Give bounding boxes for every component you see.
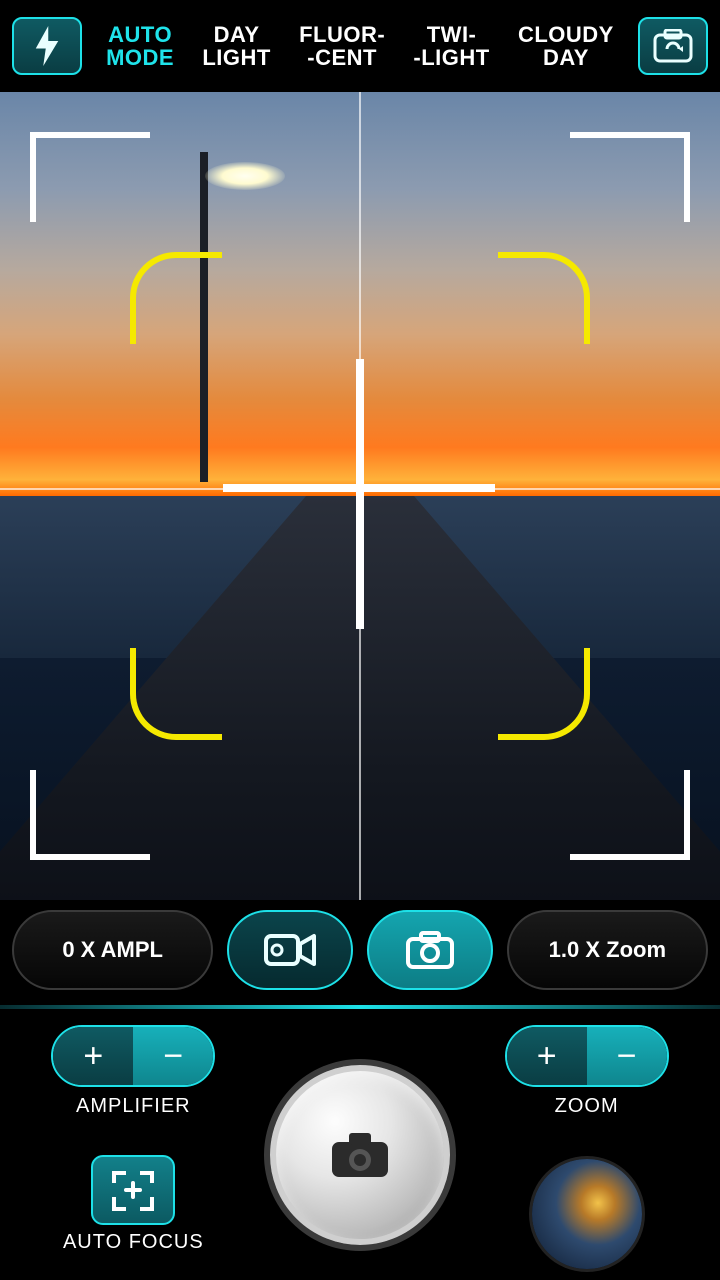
crosshair — [356, 359, 364, 629]
shutter-button[interactable] — [270, 1065, 450, 1245]
zoom-out-button[interactable]: − — [587, 1027, 667, 1085]
flash-button[interactable] — [12, 17, 82, 75]
amplifier-decrease-button[interactable]: − — [133, 1027, 213, 1085]
frame-bracket — [570, 770, 690, 860]
mode-twilight[interactable]: TWI--LIGHT — [413, 23, 489, 69]
frame-bracket — [30, 770, 150, 860]
amplifier-control: + − AMPLIFIER — [20, 1025, 247, 1145]
camera-icon — [406, 931, 454, 969]
amplifier-stepper: + − — [51, 1025, 215, 1087]
amplifier-increase-button[interactable]: + — [53, 1027, 133, 1085]
autofocus-control: AUTO FOCUS — [20, 1145, 247, 1280]
top-bar: AUTOMODE DAYLIGHT FLUOR--CENT TWI--LIGHT… — [0, 0, 720, 92]
video-mode-button[interactable] — [227, 910, 353, 990]
mode-cloudy[interactable]: CLOUDYDAY — [518, 23, 614, 69]
gallery-thumbnail[interactable] — [532, 1159, 642, 1269]
focus-bracket — [130, 252, 222, 344]
zoom-in-button[interactable]: + — [507, 1027, 587, 1085]
mode-daylight[interactable]: DAYLIGHT — [202, 23, 271, 69]
white-balance-modes: AUTOMODE DAYLIGHT FLUOR--CENT TWI--LIGHT… — [92, 23, 628, 69]
photo-mode-button[interactable] — [367, 910, 493, 990]
camera-icon — [329, 1130, 391, 1180]
switch-camera-button[interactable] — [638, 17, 708, 75]
focus-bracket — [498, 252, 590, 344]
zoom-label: ZOOM — [555, 1095, 619, 1118]
divider — [0, 1005, 720, 1009]
mode-auto[interactable]: AUTOMODE — [106, 23, 174, 69]
amplifier-readout[interactable]: 0 X AMPL — [12, 910, 213, 990]
zoom-stepper: + − — [505, 1025, 669, 1087]
video-icon — [264, 932, 316, 968]
crosshair — [223, 484, 495, 492]
autofocus-button[interactable] — [91, 1155, 175, 1225]
frame-bracket — [570, 132, 690, 222]
mode-bar: 0 X AMPL 1.0 X Zoom — [0, 900, 720, 1000]
amplifier-label: AMPLIFIER — [76, 1095, 191, 1118]
zoom-control: + − ZOOM — [473, 1025, 700, 1145]
zoom-readout[interactable]: 1.0 X Zoom — [507, 910, 708, 990]
switch-camera-icon — [653, 29, 693, 63]
viewfinder[interactable] — [0, 92, 720, 900]
focus-bracket — [130, 648, 222, 740]
autofocus-label: AUTO FOCUS — [63, 1231, 204, 1254]
focus-bracket — [498, 648, 590, 740]
bottom-controls: + − AMPLIFIER + − ZOOM AUTO FOCU — [0, 1015, 720, 1280]
autofocus-icon — [110, 1167, 156, 1213]
mode-fluorescent[interactable]: FLUOR--CENT — [299, 23, 385, 69]
flash-icon — [32, 26, 62, 66]
frame-bracket — [30, 132, 150, 222]
